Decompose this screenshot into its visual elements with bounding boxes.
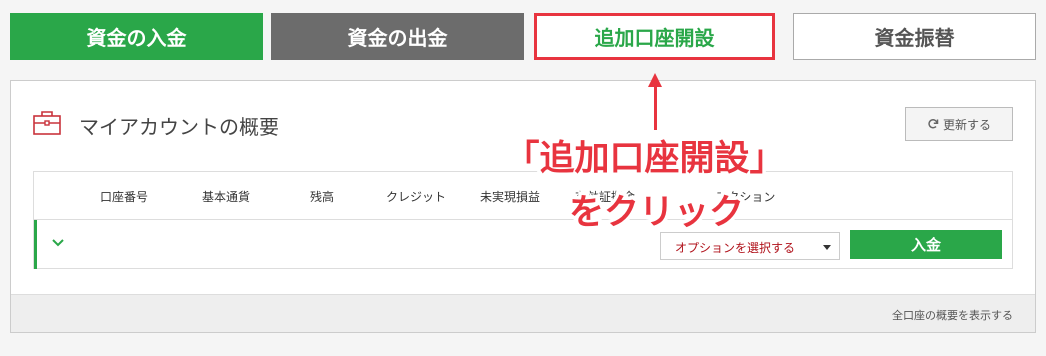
option-select[interactable]: オプションを選択する <box>660 232 840 260</box>
panel-footer: 全口座の概要を表示する <box>11 294 1035 332</box>
table-row: オプションを選択する 入金 <box>34 220 1012 269</box>
table-header: 口座番号 基本通貨 残高 クレジット 未実現損益 有効証拠金 アクション <box>34 172 1012 220</box>
deposit-funds-button[interactable]: 資金の入金 <box>10 13 263 60</box>
account-overview-panel: マイアカウントの概要 更新する 口座番号 基本通貨 残高 クレジット 未実現損益… <box>10 80 1036 333</box>
option-select-value: オプションを選択する <box>675 241 796 255</box>
callout-line1: ｢追加口座開設｣ <box>518 138 770 180</box>
panel-title: マイアカウントの概要 <box>79 115 279 139</box>
header-unrealized-pl: 未実現損益 <box>480 190 541 204</box>
refresh-icon <box>928 119 939 129</box>
header-account-number: 口座番号 <box>100 190 149 204</box>
withdraw-funds-button[interactable]: 資金の出金 <box>271 13 524 60</box>
arrow-up-icon <box>648 73 662 87</box>
header-base-currency: 基本通貨 <box>202 190 251 204</box>
chevron-down-icon[interactable] <box>50 235 66 251</box>
callout-line2: をクリック <box>565 192 747 234</box>
accounts-table: 口座番号 基本通貨 残高 クレジット 未実現損益 有効証拠金 アクション オプシ… <box>33 171 1013 269</box>
transfer-funds-button[interactable]: 資金振替 <box>793 13 1036 60</box>
row-deposit-button[interactable]: 入金 <box>850 230 1002 259</box>
refresh-label: 更新する <box>942 117 991 132</box>
open-additional-account-button[interactable]: 追加口座開設 <box>534 13 775 60</box>
refresh-button[interactable]: 更新する <box>905 107 1013 141</box>
briefcase-icon <box>33 111 61 135</box>
header-balance: 残高 <box>310 190 335 204</box>
header-credit: クレジット <box>386 190 447 204</box>
caret-down-icon <box>823 245 831 250</box>
show-all-accounts-link[interactable]: 全口座の概要を表示する <box>892 307 1013 323</box>
pointer-arrow-line <box>654 86 657 130</box>
